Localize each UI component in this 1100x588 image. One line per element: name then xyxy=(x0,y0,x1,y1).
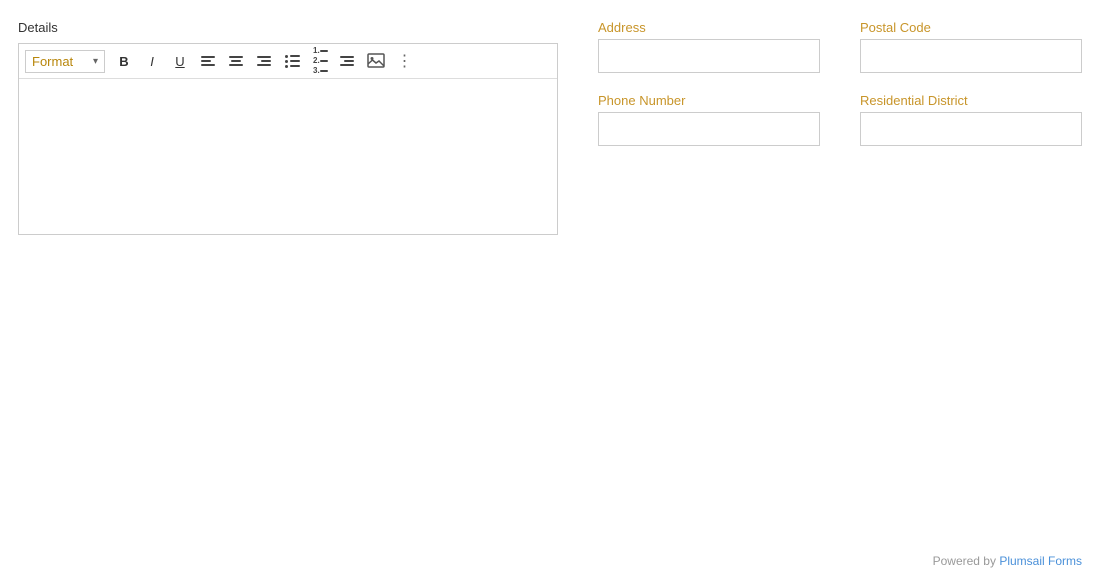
format-dropdown[interactable]: Format ▾ xyxy=(25,50,105,73)
align-left-icon xyxy=(201,56,215,66)
powered-by-text: Powered by xyxy=(933,554,1000,568)
ordered-list-icon: 1. 2. 3. xyxy=(313,47,327,75)
more-options-icon: ⋮ xyxy=(397,51,412,71)
footer: Powered by Plumsail Forms xyxy=(933,554,1082,568)
address-field-group: Address xyxy=(598,20,820,73)
residential-district-input[interactable] xyxy=(860,112,1082,146)
page-container: Details Format ▾ B I xyxy=(0,0,1100,588)
residential-district-label: Residential District xyxy=(860,93,1082,108)
editor-toolbar: Format ▾ B I U xyxy=(19,44,557,79)
italic-button[interactable]: I xyxy=(139,48,165,74)
bold-button[interactable]: B xyxy=(111,48,137,74)
align-center-icon xyxy=(229,56,243,66)
address-input[interactable] xyxy=(598,39,820,73)
address-label: Address xyxy=(598,20,820,35)
unordered-list-button[interactable] xyxy=(279,48,305,74)
left-panel: Details Format ▾ B I xyxy=(18,20,558,235)
format-dropdown-arrow: ▾ xyxy=(93,56,98,67)
indent-icon xyxy=(340,56,356,66)
format-label: Format xyxy=(32,54,73,69)
unordered-list-icon xyxy=(285,55,299,68)
align-left-button[interactable] xyxy=(195,48,221,74)
postal-code-input[interactable] xyxy=(860,39,1082,73)
form-grid: Address Postal Code Phone Number Residen… xyxy=(598,20,1082,146)
ordered-list-button[interactable]: 1. 2. 3. xyxy=(307,48,333,74)
indent-button[interactable] xyxy=(335,48,361,74)
align-right-icon xyxy=(257,56,271,66)
details-label: Details xyxy=(18,20,558,35)
rich-text-editor: Format ▾ B I U xyxy=(18,43,558,235)
postal-code-field-group: Postal Code xyxy=(860,20,1082,73)
phone-number-field-group: Phone Number xyxy=(598,93,820,146)
right-panel: Address Postal Code Phone Number Residen… xyxy=(598,20,1082,146)
more-options-button[interactable]: ⋮ xyxy=(391,48,417,74)
phone-number-label: Phone Number xyxy=(598,93,820,108)
main-content: Details Format ▾ B I xyxy=(18,20,1082,235)
image-button[interactable] xyxy=(363,48,389,74)
image-icon xyxy=(367,53,385,69)
editor-body[interactable] xyxy=(19,79,557,234)
phone-number-input[interactable] xyxy=(598,112,820,146)
underline-button[interactable]: U xyxy=(167,48,193,74)
align-center-button[interactable] xyxy=(223,48,249,74)
plumsail-link[interactable]: Plumsail Forms xyxy=(999,554,1082,568)
residential-district-field-group: Residential District xyxy=(860,93,1082,146)
postal-code-label: Postal Code xyxy=(860,20,1082,35)
align-right-button[interactable] xyxy=(251,48,277,74)
